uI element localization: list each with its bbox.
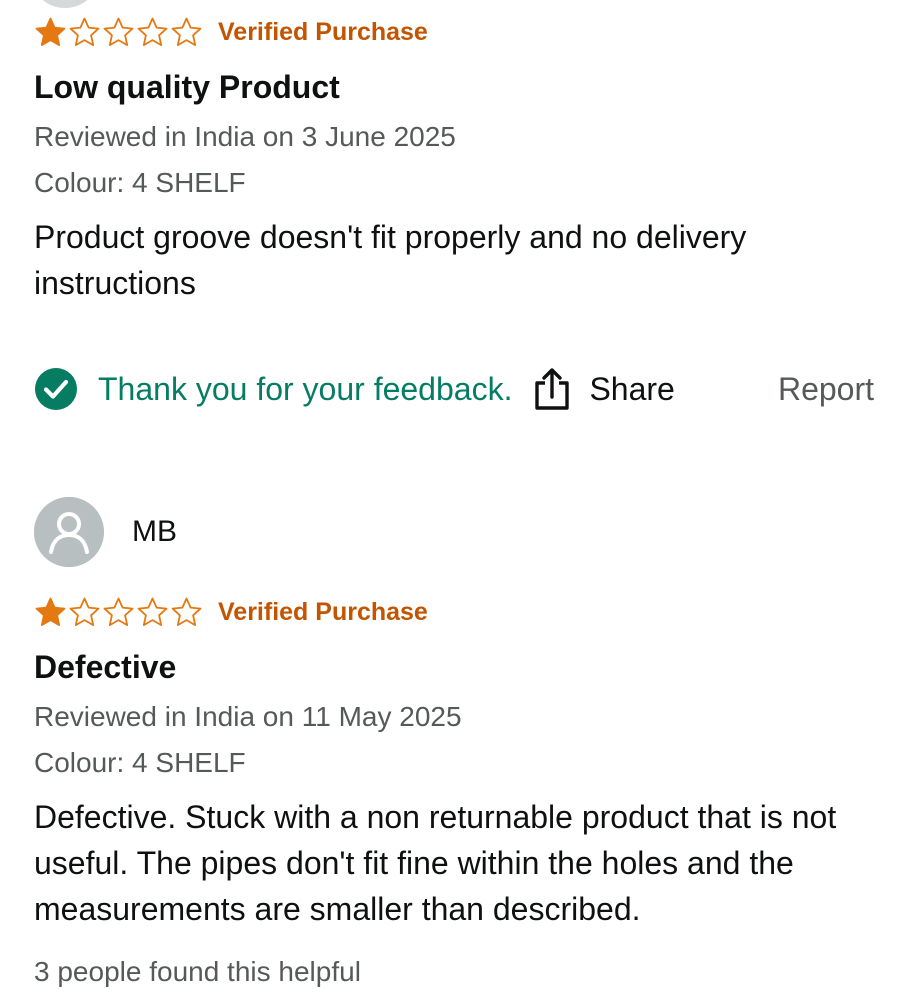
star-empty-icon <box>69 597 100 626</box>
share-button[interactable]: Share <box>532 366 675 412</box>
user-avatar-icon <box>34 497 104 567</box>
review-card: Verified Purchase Low quality Product Re… <box>34 0 874 306</box>
review-variant: Colour: 4 SHELF <box>34 167 246 198</box>
review-date: Reviewed in India on 3 June 2025 <box>34 121 456 152</box>
helpful-count: 3 people found this helpful <box>34 956 361 987</box>
review-body: Defective. Stuck with a non returnable p… <box>34 799 837 927</box>
review-date: Reviewed in India on 11 May 2025 <box>34 701 462 732</box>
star-rating <box>34 596 203 629</box>
share-icon <box>535 368 570 410</box>
report-link[interactable]: Report <box>778 371 874 408</box>
rating-row: Verified Purchase <box>34 580 874 644</box>
share-label: Share <box>589 370 675 407</box>
star-empty-icon <box>137 597 168 626</box>
star-filled-icon <box>35 17 66 46</box>
rating-row: Verified Purchase <box>34 0 874 64</box>
feedback-confirmation: Thank you for your feedback. <box>98 370 513 407</box>
review-title[interactable]: Low quality Product <box>34 67 874 107</box>
star-empty-icon <box>103 597 134 626</box>
review-actions: Thank you for your feedback. Share Repor… <box>34 362 874 416</box>
reviewer-profile[interactable]: MB <box>34 496 874 568</box>
star-rating <box>34 16 203 49</box>
star-empty-icon <box>171 597 202 626</box>
star-empty-icon <box>103 17 134 46</box>
check-circle-icon <box>35 368 77 410</box>
review-card: MB Verified Purchase Defective Reviewed … <box>34 496 874 988</box>
verified-purchase-badge: Verified Purchase <box>218 17 428 46</box>
star-empty-icon <box>69 17 100 46</box>
review-body: Product groove doesn't fit properly and … <box>34 219 747 301</box>
star-empty-icon <box>171 17 202 46</box>
review-variant: Colour: 4 SHELF <box>34 747 246 778</box>
reviewer-name: MB <box>132 515 177 548</box>
verified-purchase-badge: Verified Purchase <box>218 597 428 626</box>
star-empty-icon <box>137 17 168 46</box>
review-title[interactable]: Defective <box>34 647 874 687</box>
star-filled-icon <box>35 597 66 626</box>
